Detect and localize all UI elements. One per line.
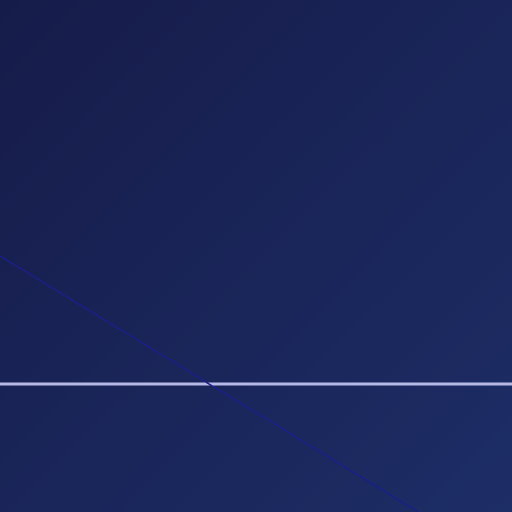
wallpaper-graphic	[0, 0, 512, 512]
desktop-wallpaper	[0, 0, 512, 512]
wallpaper-background	[0, 0, 512, 512]
